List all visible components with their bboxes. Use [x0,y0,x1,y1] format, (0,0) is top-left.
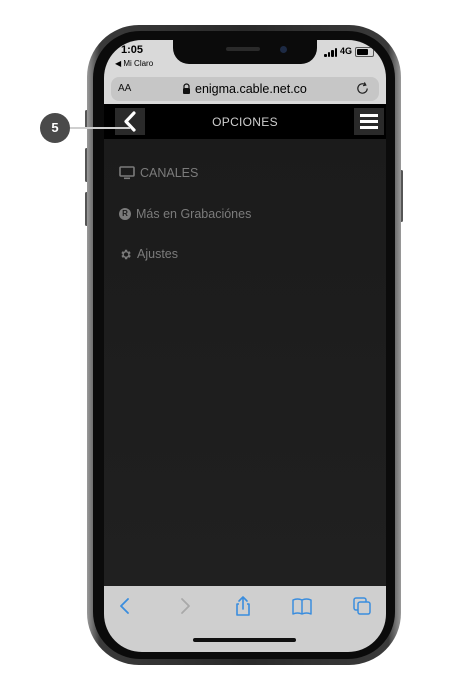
status-carrier[interactable]: ◀ Mi Claro [115,59,153,68]
app-header: OPCIONES [104,104,386,139]
menu-item-label: CANALES [140,166,199,180]
text-size-button[interactable]: AA [118,83,131,94]
menu-item-canales[interactable]: CANALES [119,164,198,182]
browser-address-bar: AA enigma.cable.net.co [104,74,386,104]
menu-item-grabaciones[interactable]: R Más en Grabaciónes [119,205,251,223]
gear-icon [121,249,131,259]
reload-icon[interactable] [355,81,370,96]
annotation-connector [70,127,130,129]
page-title: OPCIONES [212,115,278,129]
bookmarks-icon[interactable] [291,595,313,617]
url-domain: enigma.cable.net.co [195,82,307,96]
share-icon[interactable] [232,595,254,617]
network-type: 4G [340,46,353,56]
lock-icon [183,83,190,94]
tabs-icon[interactable] [351,595,373,617]
home-indicator [193,638,296,642]
url-field[interactable]: AA enigma.cable.net.co [111,77,379,101]
battery-icon [355,47,374,57]
hamburger-menu-button[interactable] [354,108,384,135]
back-arrow-icon[interactable] [114,595,136,617]
tv-icon [119,166,135,180]
options-menu: CANALES R Más en Grabaciónes Ajustes [104,139,386,586]
notch [173,40,317,64]
menu-item-label: Más en Grabaciónes [136,207,252,221]
menu-item-ajustes[interactable]: Ajustes [119,245,178,263]
forward-arrow-icon[interactable] [174,595,196,617]
signal-icon [324,48,338,57]
browser-toolbar [104,586,386,652]
menu-item-label: Ajustes [137,247,178,261]
camera [280,46,287,53]
step-badge: 5 [40,113,70,143]
phone-screen: 1:05 ◀ Mi Claro 4G AA enigma.cable.net.c… [104,40,386,652]
status-time: 1:05 [121,44,144,56]
speaker [226,47,260,51]
r-badge-icon: R [119,208,131,220]
hamburger-icon [360,114,378,117]
